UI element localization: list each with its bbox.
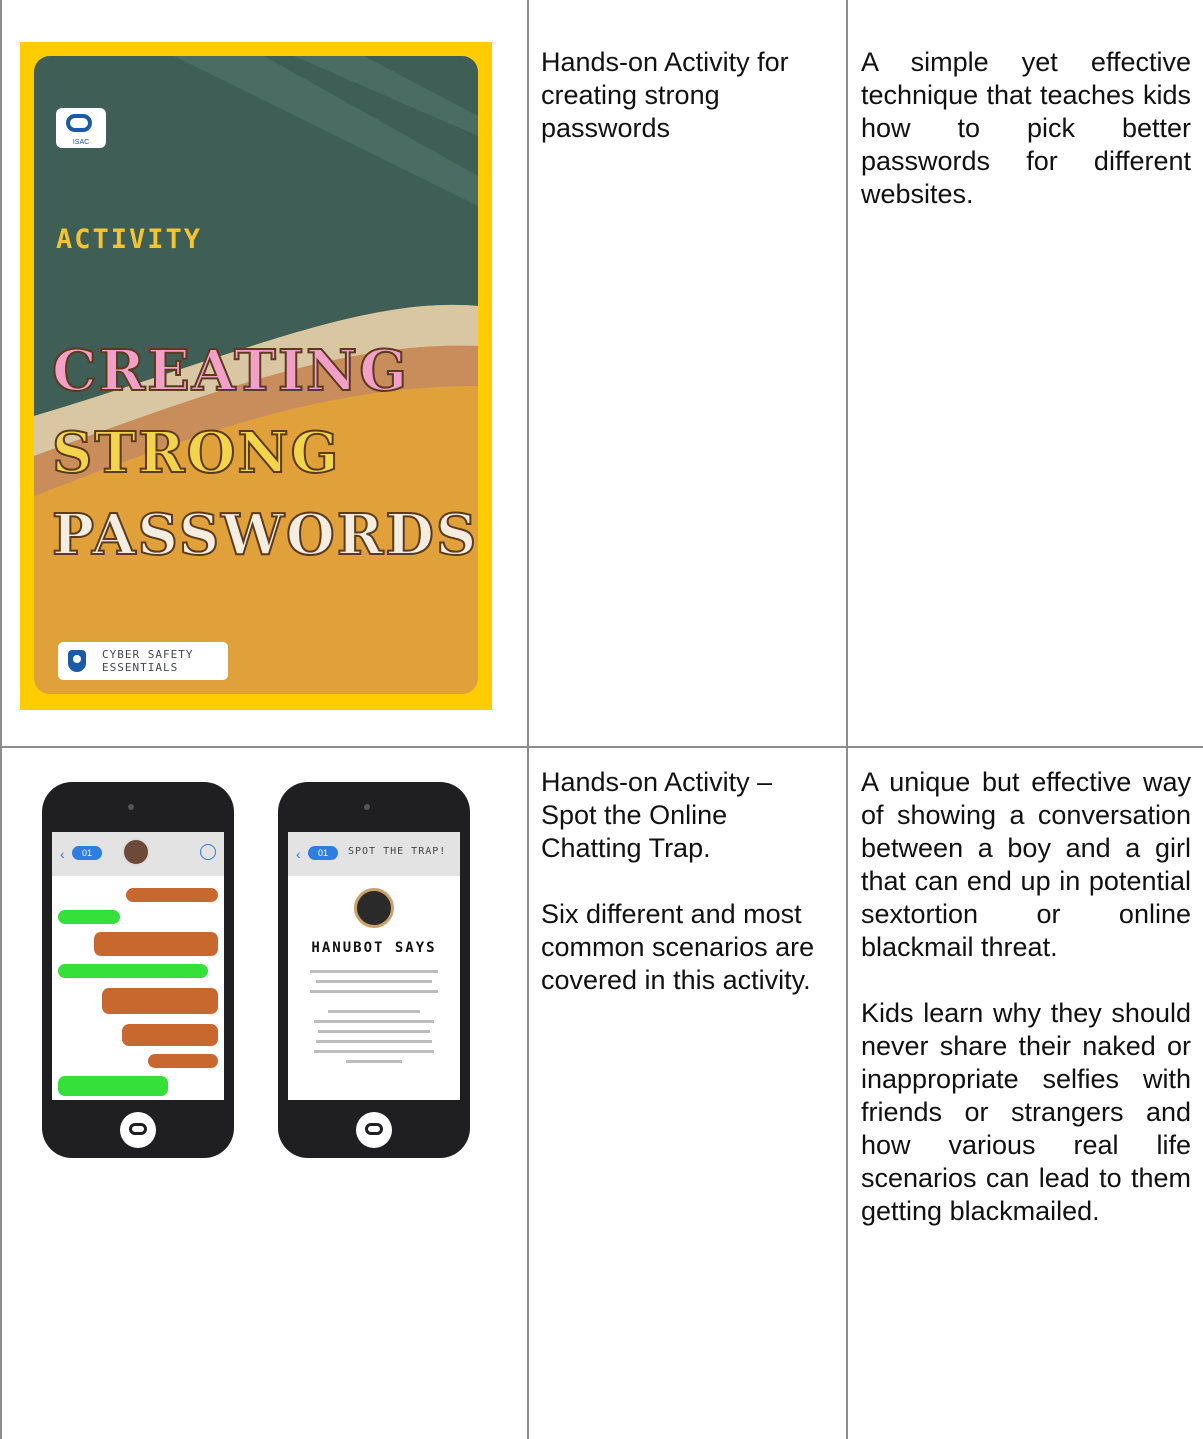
trap-header: ‹ 01 SPOT THE TRAP! xyxy=(288,832,460,876)
trap-title: SPOT THE TRAP! xyxy=(348,846,447,857)
chat-bubble-incoming xyxy=(94,932,218,956)
text-line xyxy=(346,1060,402,1063)
chat-screen: ‹ 01 xyxy=(52,832,224,1100)
shield-icon xyxy=(68,650,86,672)
hanubot-heading: HANUBOT SAYS xyxy=(311,940,437,956)
text-line xyxy=(318,1030,430,1033)
back-chevron-icon: ‹ xyxy=(60,846,65,862)
isac-logo: ISAC xyxy=(56,108,106,148)
contact-avatar xyxy=(122,838,150,866)
trap-count-pill: 01 xyxy=(308,846,338,860)
trap-screen: ‹ 01 SPOT THE TRAP! HANUBOT SAYS xyxy=(288,832,460,1100)
home-button-icon xyxy=(356,1112,392,1148)
poster-activity-label: ACTIVITY xyxy=(56,224,203,255)
chat-bubble-incoming xyxy=(122,1024,218,1046)
row2-title: Hands-on Activity – Spot the Online Chat… xyxy=(541,767,815,995)
password-activity-poster: ISAC ACTIVITY CREATING STRONG PASSWORDS … xyxy=(20,42,492,710)
chat-bubble-incoming xyxy=(148,1054,218,1068)
text-line xyxy=(314,1020,434,1023)
text-line xyxy=(310,970,438,973)
back-chevron-icon: ‹ xyxy=(296,846,301,862)
row-divider xyxy=(0,746,1203,748)
poster-word-passwords: PASSWORDS xyxy=(51,501,478,569)
info-icon xyxy=(200,844,216,860)
text-line xyxy=(316,980,432,983)
chat-bubble-outgoing xyxy=(58,964,208,978)
chat-bubble-outgoing xyxy=(58,910,120,924)
chat-bubble-outgoing xyxy=(58,1076,168,1096)
text-line xyxy=(328,1010,420,1013)
text-line xyxy=(310,990,438,993)
hanubot-avatar xyxy=(354,888,394,928)
phone-chat-screen: ‹ 01 xyxy=(42,782,234,1158)
table-border-left xyxy=(0,0,2,1439)
poster-word-strong: STRONG xyxy=(51,419,341,487)
chat-count-pill: 01 xyxy=(72,846,102,860)
poster-artwork: ISAC ACTIVITY CREATING STRONG PASSWORDS … xyxy=(34,56,478,694)
activity-table: ISAC ACTIVITY CREATING STRONG PASSWORDS … xyxy=(0,0,1203,1439)
chat-bubble-incoming xyxy=(126,888,218,902)
text-line xyxy=(314,1050,434,1053)
home-button-icon xyxy=(120,1112,156,1148)
chat-bubble-incoming xyxy=(102,988,218,1014)
table-divider-1 xyxy=(527,0,529,1439)
phone-spot-the-trap: ‹ 01 SPOT THE TRAP! HANUBOT SAYS xyxy=(278,782,470,1158)
row2-description: A unique but effective way of showing a … xyxy=(861,767,1191,1226)
row1-description: A simple yet effective technique that te… xyxy=(861,47,1191,209)
cyber-safety-essentials-badge: CYBER SAFETY ESSENTIALS xyxy=(58,642,228,680)
chat-header: ‹ 01 xyxy=(52,832,224,876)
poster-word-creating: CREATING xyxy=(51,337,410,405)
row1-title: Hands-on Activity for creating strong pa… xyxy=(541,47,789,143)
text-line xyxy=(316,1040,432,1043)
table-divider-2 xyxy=(846,0,848,1439)
